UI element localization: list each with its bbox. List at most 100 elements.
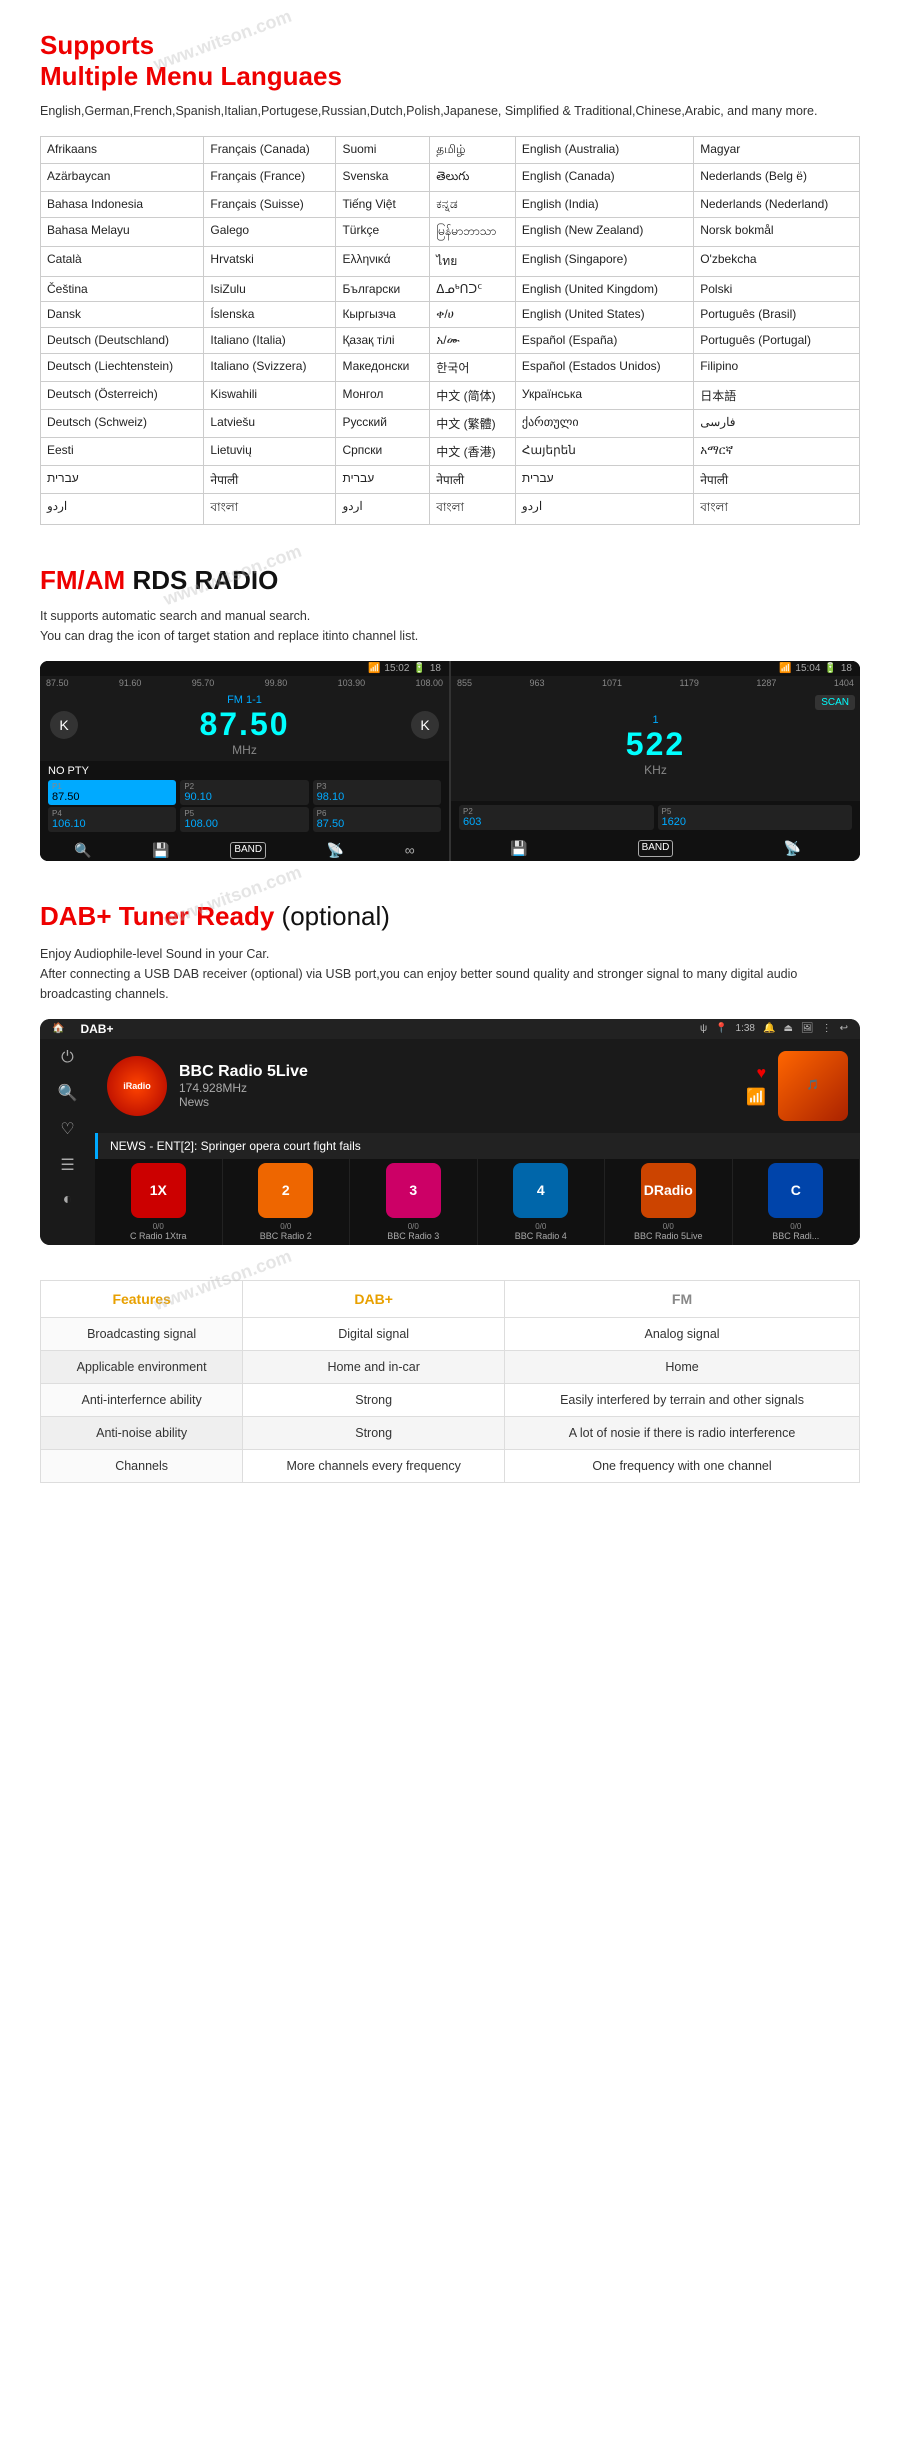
lang-cell-0-0: Afrikaans: [41, 136, 204, 163]
lang-cell-0-3: தமிழ்: [430, 136, 516, 163]
dab-channel-4[interactable]: DRadio0/0BBC Radio 5Live: [605, 1159, 733, 1245]
dab-channel-badge-0: 0/0: [153, 1222, 164, 1231]
fm-icon-wifi: 📶: [368, 663, 380, 674]
lang-cell-3-5: Norsk bokmål: [694, 217, 860, 246]
comparison-cell-2-1: Strong: [243, 1383, 505, 1416]
dab-channel-name-5: BBC Radi...: [772, 1231, 819, 1241]
fm-battery-icon: 🔋: [413, 663, 425, 674]
am-tool-band[interactable]: BAND: [638, 840, 674, 857]
fm-preset-6[interactable]: P6 87.50: [313, 807, 441, 832]
dab-channel-3[interactable]: 40/0BBC Radio 4: [478, 1159, 606, 1245]
fm-unit: MHz: [78, 743, 411, 757]
dab-list-icon[interactable]: ☰: [60, 1155, 74, 1175]
lang-cell-3-1: Galego: [204, 217, 336, 246]
comparison-cell-1-0: Applicable environment: [41, 1350, 243, 1383]
dab-channel-logo-0: 1X: [131, 1163, 186, 1218]
dab-heart-icon[interactable]: ♥: [757, 1065, 767, 1083]
lang-cell-4-3: ไทย: [430, 246, 516, 276]
fm-tool-more[interactable]: ∞: [405, 842, 415, 859]
am-scan-btn[interactable]: SCAN: [815, 695, 855, 710]
fm-preset-4[interactable]: P4 106.10: [48, 807, 176, 832]
dab-brightness-icon[interactable]: ◐: [63, 1191, 73, 1209]
fm-frequency: 87.50: [78, 706, 411, 743]
dab-title-opt: (optional): [282, 901, 390, 931]
lang-cell-7-3: አ/ሙ: [430, 327, 516, 353]
lang-cell-1-4: English (Canada): [515, 163, 693, 191]
comparison-section: www.witson.com Features DAB+ FM Broadcas…: [0, 1260, 900, 1513]
lang-cell-0-5: Magyar: [694, 136, 860, 163]
dab-statusbar: 🏠 DAB+ ψ 📍 1:38 🔔 ⏏ 🖼 ⋮ ↩: [40, 1019, 860, 1039]
lang-cell-7-2: Қазақ тілі: [336, 327, 430, 353]
am-unit: KHz: [461, 763, 850, 777]
dab-channel-name-2: BBC Radio 3: [387, 1231, 439, 1241]
dab-search-icon[interactable]: 🔍: [58, 1083, 78, 1103]
lang-cell-4-2: Ελληνικά: [336, 246, 430, 276]
dab-station-logo: iRadio: [107, 1056, 167, 1116]
dab-channel-badge-2: 0/0: [408, 1222, 419, 1231]
radio-desc-line2: You can drag the icon of target station …: [40, 629, 418, 643]
fm-preset-3[interactable]: P3 98.10: [313, 780, 441, 805]
dab-channel-badge-1: 0/0: [280, 1222, 291, 1231]
fm-preset-2[interactable]: P2 90.10: [180, 780, 308, 805]
comparison-cell-4-0: Channels: [41, 1449, 243, 1482]
lang-cell-11-5: አማርኛ: [694, 437, 860, 465]
col-header-fm: FM: [505, 1280, 860, 1317]
dab-screenshot: 🏠 DAB+ ψ 📍 1:38 🔔 ⏏ 🖼 ⋮ ↩ ⏻ 🔍 ♡ ☰ ◐: [40, 1019, 860, 1245]
fm-tool-save[interactable]: 💾: [152, 842, 169, 859]
lang-cell-8-4: Español (Estados Unidos): [515, 353, 693, 381]
fm-main-display: K FM 1-1 87.50 MHz K: [40, 690, 449, 761]
am-main-display: 1 522 KHz SCAN: [451, 690, 860, 801]
lang-cell-13-4: اردو: [515, 493, 693, 524]
dab-heart-sidebar-icon[interactable]: ♡: [60, 1119, 74, 1139]
fm-next-btn[interactable]: K: [411, 711, 439, 739]
dab-body: ⏻ 🔍 ♡ ☰ ◐ iRadio BBC Radio 5Live 174.928…: [40, 1039, 860, 1245]
fm-preset-5[interactable]: P5 108.00: [180, 807, 308, 832]
fm-next-icon: K: [420, 717, 429, 733]
am-tool-save[interactable]: 💾: [510, 840, 527, 857]
am-tool-antenna[interactable]: 📡: [784, 840, 801, 857]
radio-title-black: RDS RADIO: [132, 565, 278, 595]
am-time: 15:04: [795, 663, 820, 674]
fm-prev-btn[interactable]: K: [50, 711, 78, 739]
lang-cell-3-2: Türkçe: [336, 217, 430, 246]
fm-statusbar: 📶 15:02 🔋 18: [40, 661, 449, 676]
lang-cell-13-1: বাংলা: [204, 493, 336, 524]
fm-preset-1[interactable]: P1 87.50: [48, 780, 176, 805]
languages-title-red: Multiple Menu Languaes: [40, 61, 342, 91]
radio-title: FM/AM RDS RADIO: [40, 565, 860, 596]
col-header-features: Features: [41, 1280, 243, 1317]
fm-preset-row-1: P1 87.50 P2 90.10 P3 98.10: [48, 780, 441, 805]
fm-tool-search[interactable]: 🔍: [74, 842, 91, 859]
am-preset-2[interactable]: P2 603: [459, 805, 654, 830]
lang-cell-7-0: Deutsch (Deutschland): [41, 327, 204, 353]
am-preset-5[interactable]: P5 1620: [658, 805, 853, 830]
lang-cell-4-5: O'zbekcha: [694, 246, 860, 276]
dab-channel-2[interactable]: 30/0BBC Radio 3: [350, 1159, 478, 1245]
dab-channel-0[interactable]: 1X0/0C Radio 1Xtra: [95, 1159, 223, 1245]
lang-cell-12-4: עברית: [515, 465, 693, 493]
lang-cell-9-3: 中文 (简体): [430, 381, 516, 409]
dab-channel-logo-4: DRadio: [641, 1163, 696, 1218]
dab-signal-strength-icon: 📶: [746, 1087, 766, 1107]
fm-tool-antenna[interactable]: 📡: [327, 842, 344, 859]
am-statusbar: 📶 15:04 🔋 18: [451, 661, 860, 676]
dab-station-freq: 174.928MHz: [179, 1081, 734, 1095]
lang-cell-11-1: Lietuvių: [204, 437, 336, 465]
fm-battery-val: 18: [430, 663, 441, 674]
dab-power-icon[interactable]: ⏻: [61, 1049, 74, 1067]
dab-channel-5[interactable]: C0/0BBC Radi...: [733, 1159, 861, 1245]
fm-time: 15:02: [384, 663, 409, 674]
dab-channel-1[interactable]: 20/0BBC Radio 2: [223, 1159, 351, 1245]
lang-cell-10-5: فارسی: [694, 409, 860, 437]
lang-cell-0-2: Suomi: [336, 136, 430, 163]
dab-channel-list: 1X0/0C Radio 1Xtra20/0BBC Radio 230/0BBC…: [95, 1159, 860, 1245]
radio-screenshot: 📶 15:02 🔋 18 87.50 91.60 95.70 99.80 103…: [40, 661, 860, 861]
lang-cell-2-0: Bahasa Indonesia: [41, 191, 204, 217]
lang-cell-12-2: עברית: [336, 465, 430, 493]
comparison-cell-0-0: Broadcasting signal: [41, 1317, 243, 1350]
dab-now-playing: iRadio BBC Radio 5Live 174.928MHz News ♥…: [95, 1039, 860, 1133]
fm-tool-band[interactable]: BAND: [230, 842, 266, 859]
fm-freq-display: FM 1-1 87.50 MHz: [78, 694, 411, 757]
comparison-cell-3-2: A lot of nosie if there is radio interfe…: [505, 1416, 860, 1449]
lang-cell-4-4: English (Singapore): [515, 246, 693, 276]
